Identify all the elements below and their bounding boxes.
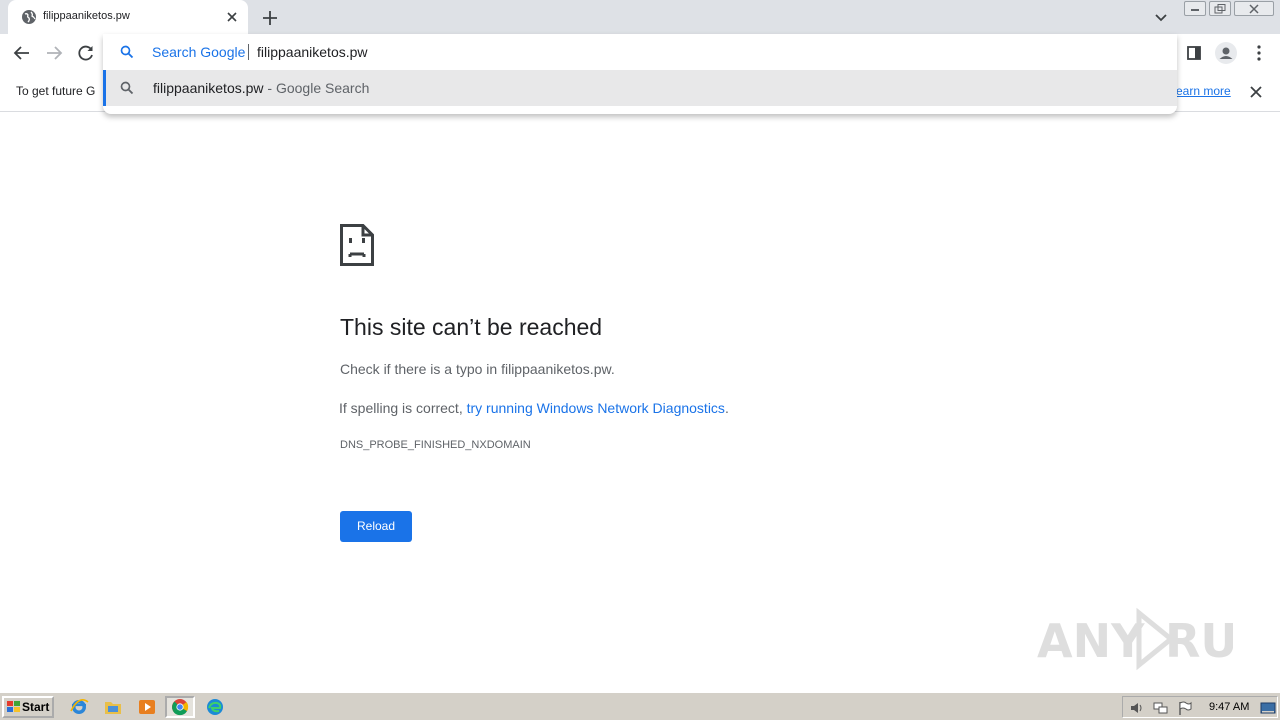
diagnostics-hint: If spelling is correct, try running Wind…: [339, 400, 729, 416]
learn-more-link[interactable]: earn more: [1176, 84, 1231, 98]
error-title: This site can’t be reached: [340, 314, 603, 340]
start-button[interactable]: Start: [2, 696, 54, 718]
restore-icon: [1214, 4, 1226, 14]
reload-icon[interactable]: [76, 43, 96, 63]
search-icon: [120, 81, 134, 95]
typo-hint-suffix: .: [610, 361, 615, 377]
info-bar-text: To get future G: [16, 84, 96, 98]
internet-explorer-icon[interactable]: [68, 697, 90, 717]
chrome-taskbar-button[interactable]: [165, 696, 195, 718]
taskbar: Start 9:47 AM: [0, 692, 1280, 720]
suggestion-suffix: - Google Search: [263, 80, 370, 96]
back-arrow-icon[interactable]: [12, 43, 32, 63]
typo-hint: Check if there is a typo in filippaanike…: [340, 361, 615, 377]
forward-arrow-icon[interactable]: [44, 43, 64, 63]
diagnostics-hint-suffix: .: [724, 400, 729, 416]
volume-icon[interactable]: [1129, 700, 1145, 716]
chevron-down-icon[interactable]: [1152, 8, 1170, 26]
side-panel-icon[interactable]: [1184, 43, 1204, 63]
new-tab-icon[interactable]: [260, 8, 280, 28]
svg-text:ANY: ANY: [1037, 614, 1145, 668]
typo-hint-domain: filippaaniketos.pw: [501, 361, 611, 377]
restore-button[interactable]: [1209, 1, 1231, 16]
globe-icon: [22, 10, 36, 24]
network-diagnostics-link[interactable]: try running Windows Network Diagnostics: [467, 400, 725, 416]
sad-page-icon: [340, 224, 374, 266]
taskbar-clock[interactable]: 9:47 AM: [1209, 701, 1249, 713]
windows-logo-icon: [7, 701, 20, 712]
file-explorer-icon[interactable]: [102, 697, 124, 717]
error-code: DNS_PROBE_FINISHED_NXDOMAIN: [340, 439, 531, 451]
minimize-icon: [1191, 9, 1199, 11]
suggestion-label: filippaaniketos.pw - Google Search: [153, 80, 369, 96]
system-tray: 9:47 AM: [1122, 696, 1278, 718]
suggestion-selected-indicator: [103, 70, 106, 106]
search-engine-keyword: Search Google: [152, 44, 246, 60]
edge-icon[interactable]: [204, 697, 226, 717]
start-label: Start: [22, 700, 50, 714]
address-input[interactable]: filippaaniketos.pw: [257, 44, 368, 60]
media-player-icon[interactable]: [136, 697, 158, 717]
show-desktop-icon[interactable]: [1260, 700, 1276, 716]
chrome-icon: [172, 699, 189, 716]
typo-hint-prefix: Check if there is a typo in: [340, 361, 502, 377]
svg-text:RUN: RUN: [1165, 614, 1233, 668]
reload-button[interactable]: Reload: [340, 511, 412, 542]
network-icon[interactable]: [1153, 700, 1169, 716]
diagnostics-hint-prefix: If spelling is correct,: [339, 400, 467, 416]
anyrun-watermark-logo: ANY RUN: [1037, 607, 1233, 671]
minimize-button[interactable]: [1184, 1, 1206, 16]
browser-tab[interactable]: filippaaniketos.pw: [8, 0, 248, 34]
close-tab-icon[interactable]: [224, 9, 240, 25]
close-window-button[interactable]: [1234, 1, 1274, 16]
address-bar[interactable]: Search Google filippaaniketos.pw: [103, 34, 1177, 70]
tab-title: filippaaniketos.pw: [43, 10, 130, 22]
action-center-flag-icon[interactable]: [1177, 700, 1193, 716]
close-icon: [1249, 4, 1259, 14]
keyword-separator: [248, 44, 249, 60]
search-icon: [120, 45, 134, 59]
close-icon[interactable]: [1248, 84, 1264, 100]
more-menu-icon[interactable]: [1249, 43, 1269, 63]
tab-strip: filippaaniketos.pw: [0, 0, 1280, 34]
profile-avatar-icon[interactable]: [1214, 41, 1238, 65]
suggestion-query: filippaaniketos.pw: [153, 80, 264, 96]
omnibox-suggestion[interactable]: filippaaniketos.pw - Google Search: [103, 70, 1177, 106]
omnibox-dropdown: Search Google filippaaniketos.pw filippa…: [103, 34, 1177, 114]
